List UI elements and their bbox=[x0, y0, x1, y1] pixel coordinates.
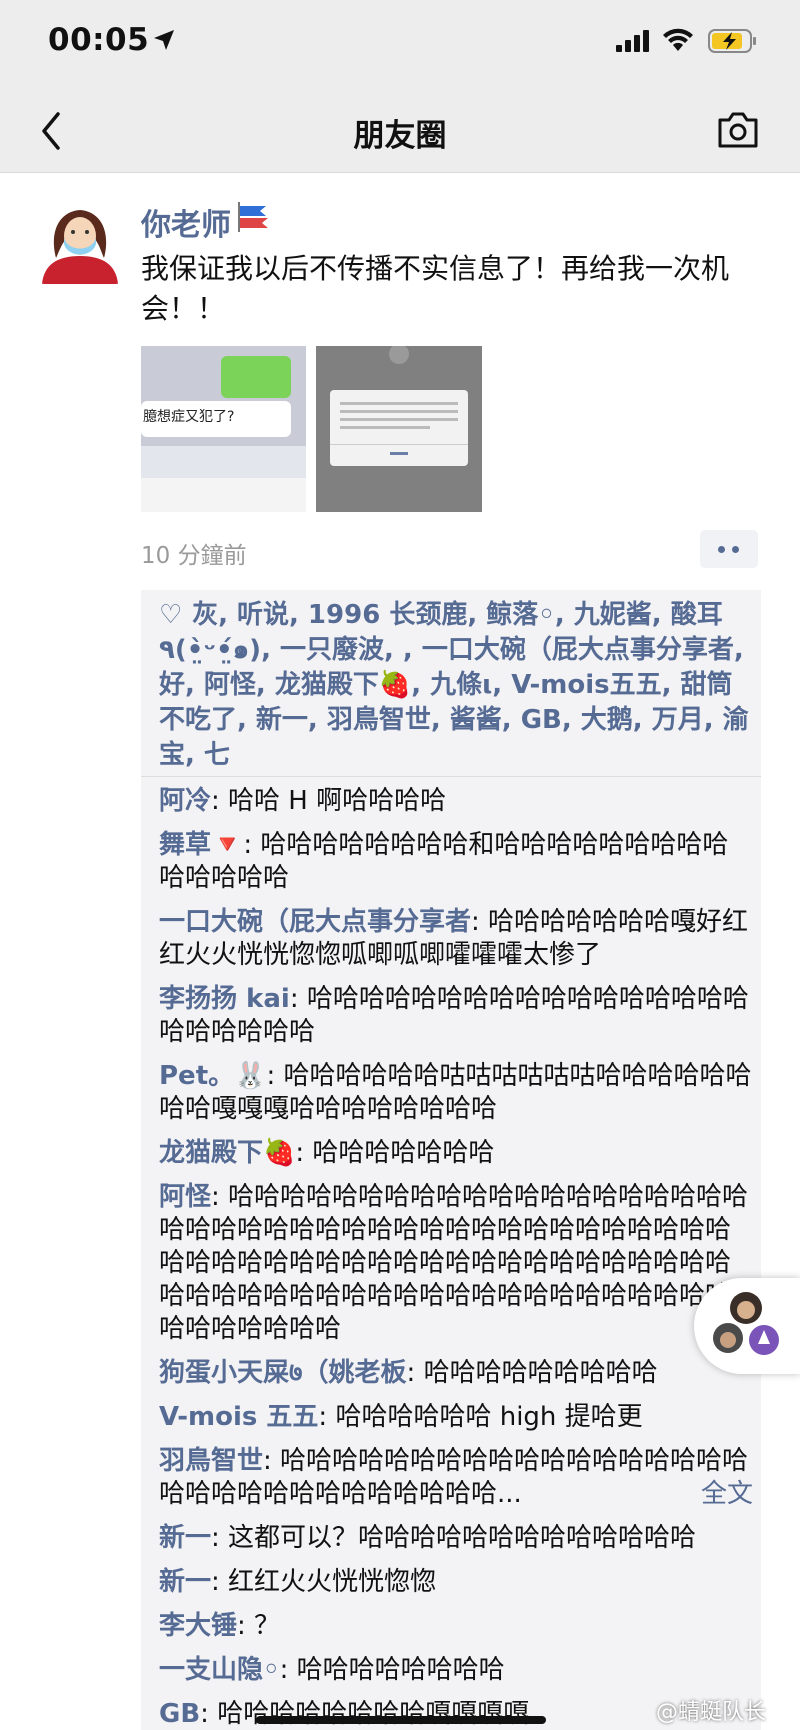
comment-author[interactable]: 龙猫殿下🍓 bbox=[159, 1138, 295, 1168]
more-dot-icon bbox=[732, 546, 739, 553]
comment-author[interactable]: 舞草🔻 bbox=[159, 830, 243, 860]
comment-author[interactable]: 李大锤 bbox=[159, 1611, 237, 1641]
battery-charging-icon bbox=[708, 29, 756, 53]
interaction-box: ♡ 灰, 听说, 1996 长颈鹿, 鲸落◦, 九妮酱, 酸耳٩(•̤̀ᵕ•̤́… bbox=[141, 590, 761, 1730]
comment-separator: : bbox=[295, 1138, 313, 1168]
comment-separator: : bbox=[243, 830, 261, 860]
comment-text: 这都可以？哈哈哈哈哈哈哈哈哈哈哈哈哈 bbox=[228, 1523, 697, 1553]
post-image-1[interactable]: 臆想症又犯了? bbox=[141, 346, 306, 512]
comment-author[interactable]: 阿怪 bbox=[159, 1182, 211, 1212]
comment-separator: : bbox=[237, 1611, 255, 1641]
page-title: 朋友圈 bbox=[353, 118, 447, 154]
chat-screenshot-thumbnail bbox=[141, 346, 306, 512]
comment-author[interactable]: Pet。🐰 bbox=[159, 1061, 267, 1091]
post-image-2[interactable] bbox=[316, 346, 482, 512]
comment-separator: : bbox=[289, 984, 307, 1014]
comment-item[interactable]: 一口大碗（屁大点事分享者: 哈哈哈哈哈哈哈嘎好红红火火恍恍惚惚呱唧呱唧嚯嚯嚯太惨… bbox=[159, 906, 753, 972]
comment-separator: : bbox=[406, 1358, 424, 1388]
comment-text: 哈哈哈哈哈哈哈哈哈 bbox=[423, 1358, 658, 1388]
comment-text: ？ bbox=[254, 1611, 281, 1641]
comment-item[interactable]: 新一: 这都可以？哈哈哈哈哈哈哈哈哈哈哈哈哈 bbox=[159, 1522, 753, 1555]
nav-bar: 朋友圈 bbox=[0, 90, 800, 173]
comments-list: 阿冷: 哈哈 H 啊哈哈哈哈舞草🔻: 哈哈哈哈哈哈哈哈和哈哈哈哈哈哈哈哈哈哈哈哈… bbox=[159, 785, 753, 1730]
comment-text: 哈哈 H 啊哈哈哈哈 bbox=[228, 786, 447, 816]
comment-author[interactable]: 新一 bbox=[159, 1523, 211, 1553]
comment-item[interactable]: 阿怪: 哈哈哈哈哈哈哈哈哈哈哈哈哈哈哈哈哈哈哈哈哈哈哈哈哈哈哈哈哈哈哈哈哈哈哈哈… bbox=[159, 1181, 753, 1346]
floating-avatars-icon bbox=[713, 1292, 779, 1355]
comment-author[interactable]: 新一 bbox=[159, 1567, 211, 1597]
post-timestamp: 10 分鐘前 bbox=[141, 543, 247, 569]
location-arrow-icon bbox=[154, 30, 174, 50]
comment-author[interactable]: 李扬扬 kai bbox=[159, 984, 290, 1014]
post-text: 我保证我以后不传播不实信息了！再给我一次机会！！ bbox=[141, 252, 730, 325]
comment-separator: : bbox=[318, 1402, 336, 1432]
cellular-signal-icon bbox=[616, 30, 649, 52]
dialog-screenshot-thumbnail bbox=[316, 346, 482, 512]
weibo-watermark: @蜻蜓队长 bbox=[656, 1700, 767, 1725]
comment-author[interactable]: GB bbox=[159, 1699, 200, 1729]
comment-text: 哈哈哈哈哈哈 high 提哈更 bbox=[335, 1402, 643, 1432]
more-dot-icon bbox=[718, 546, 725, 553]
comment-item[interactable]: Pet。🐰: 哈哈哈哈哈哈咕咕咕咕咕咕哈哈哈哈哈哈哈哈嘎嘎嘎哈哈哈哈哈哈哈哈 bbox=[159, 1060, 753, 1126]
status-bar: 00:05 bbox=[0, 0, 800, 90]
comment-text: 哈哈哈哈哈哈哈哈哈哈哈哈哈哈哈哈哈哈哈哈哈哈哈哈哈哈哈哈哈哈哈哈哈哈哈哈哈哈哈哈… bbox=[159, 1182, 749, 1344]
comment-separator: : bbox=[211, 1567, 229, 1597]
comment-separator: : bbox=[266, 1061, 284, 1091]
koinobori-emoji-icon bbox=[238, 202, 268, 232]
camera-icon[interactable] bbox=[716, 110, 760, 150]
image-caption: 臆想症又犯了? bbox=[143, 409, 235, 425]
floating-window-bubble[interactable] bbox=[694, 1278, 800, 1374]
comment-item[interactable]: V-mois 五五: 哈哈哈哈哈哈 high 提哈更 bbox=[159, 1401, 753, 1434]
author-name[interactable]: 你老师 bbox=[141, 200, 231, 244]
status-time: 00:05 bbox=[48, 22, 150, 58]
likes-names[interactable]: 灰, 听说, 1996 长颈鹿, 鲸落◦, 九妮酱, 酸耳٩(•̤̀ᵕ•̤́๑)… bbox=[159, 600, 749, 770]
comment-item[interactable]: 新一: 红红火火恍恍惚惚 bbox=[159, 1566, 753, 1599]
comment-item[interactable]: 一支山隐◦: 哈哈哈哈哈哈哈哈 bbox=[159, 1654, 753, 1687]
comment-separator: : bbox=[263, 1446, 281, 1476]
likes-divider bbox=[141, 776, 761, 777]
comment-item[interactable]: 阿冷: 哈哈 H 啊哈哈哈哈 bbox=[159, 785, 753, 818]
comment-item[interactable]: 李大锤: ？ bbox=[159, 1610, 753, 1643]
comment-text: 哈哈哈哈哈哈哈哈 bbox=[296, 1655, 505, 1685]
comment-item[interactable]: 舞草🔻: 哈哈哈哈哈哈哈哈和哈哈哈哈哈哈哈哈哈哈哈哈哈哈 bbox=[159, 829, 753, 895]
likes-list: ♡ 灰, 听说, 1996 长颈鹿, 鲸落◦, 九妮酱, 酸耳٩(•̤̀ᵕ•̤́… bbox=[159, 598, 749, 773]
comment-author[interactable]: 一支山隐◦ bbox=[159, 1655, 280, 1685]
comment-like-menu-button[interactable] bbox=[700, 530, 758, 568]
full-text-link[interactable]: 全文 bbox=[701, 1478, 753, 1511]
comment-author[interactable]: 一口大碗（屁大点事分享者 bbox=[159, 907, 471, 937]
comment-separator: : bbox=[471, 907, 489, 937]
comment-item[interactable]: 狗蛋小天屎७（姚老板: 哈哈哈哈哈哈哈哈哈 bbox=[159, 1357, 753, 1390]
comment-item[interactable]: 羽鳥智世: 哈哈哈哈哈哈哈哈哈哈哈哈哈哈哈哈哈哈哈哈哈哈哈哈哈哈哈哈哈哈哈...… bbox=[159, 1445, 753, 1511]
wifi-icon bbox=[663, 28, 693, 51]
comment-author[interactable]: 阿冷 bbox=[159, 786, 211, 816]
comment-author[interactable]: 羽鳥智世 bbox=[159, 1446, 263, 1476]
home-indicator bbox=[256, 1716, 546, 1724]
comment-separator: : bbox=[211, 786, 229, 816]
comment-text: 哈哈哈哈哈哈哈哈嘎嘎嘎嘎 bbox=[217, 1699, 530, 1729]
author-avatar[interactable] bbox=[38, 200, 122, 284]
avatar-illustration bbox=[38, 200, 122, 284]
heart-icon: ♡ bbox=[159, 600, 183, 630]
comment-item[interactable]: 李扬扬 kai: 哈哈哈哈哈哈哈哈哈哈哈哈哈哈哈哈哈哈哈哈哈哈哈 bbox=[159, 983, 753, 1049]
comment-item[interactable]: 龙猫殿下🍓: 哈哈哈哈哈哈哈 bbox=[159, 1137, 753, 1170]
comment-author[interactable]: 狗蛋小天屎७（姚老板 bbox=[159, 1358, 407, 1388]
comment-text: 红红火火恍恍惚惚 bbox=[228, 1567, 437, 1597]
comment-separator: : bbox=[200, 1699, 218, 1729]
comment-separator: : bbox=[279, 1655, 297, 1685]
comment-separator: : bbox=[211, 1523, 229, 1553]
comment-text: 哈哈哈哈哈哈哈 bbox=[312, 1138, 495, 1168]
comment-separator: : bbox=[211, 1182, 229, 1212]
comment-author[interactable]: V-mois 五五 bbox=[159, 1402, 318, 1432]
